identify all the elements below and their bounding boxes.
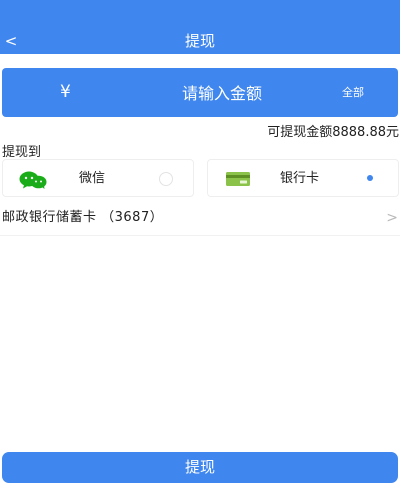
- submit-withdraw-button[interactable]: 提现: [2, 452, 398, 483]
- radio-bank-card[interactable]: [364, 172, 378, 186]
- amount-input[interactable]: [132, 80, 312, 106]
- withdraw-all-button[interactable]: 全部: [342, 68, 364, 117]
- card-name: 邮政银行储蓄卡 （3687）: [2, 210, 164, 225]
- method-label-bank-card: 银行卡: [280, 171, 320, 186]
- bank-card-icon: [226, 172, 250, 186]
- amount-card: ¥ 全部: [2, 68, 398, 117]
- top-nav-bar: < 提现: [0, 0, 400, 54]
- withdraw-to-label: 提现到: [2, 145, 42, 160]
- wechat-icon: [19, 171, 47, 189]
- available-balance: 可提现金额8888.88元: [267, 125, 399, 140]
- selected-card-row[interactable]: 邮政银行储蓄卡 （3687） >: [0, 204, 400, 236]
- yen-icon: ¥: [60, 82, 71, 102]
- method-option-bank-card[interactable]: 银行卡: [207, 159, 399, 197]
- method-label-wechat: 微信: [79, 171, 106, 186]
- method-option-wechat[interactable]: 微信: [2, 159, 194, 197]
- radio-wechat[interactable]: [159, 172, 173, 186]
- page-title: 提现: [184, 32, 215, 50]
- chevron-right-icon: >: [386, 210, 398, 226]
